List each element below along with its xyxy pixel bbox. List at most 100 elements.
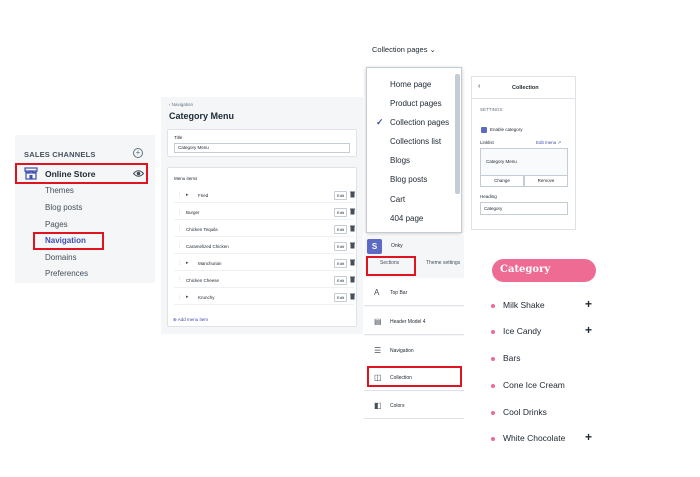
collection-settings-panel: ‹ Collection SETTINGS Enable category Li… bbox=[471, 76, 576, 230]
page-title: Category Menu bbox=[169, 111, 235, 121]
section-label: Top Bar bbox=[390, 290, 408, 296]
category-item-label: Milk Shake bbox=[503, 300, 545, 310]
menu-row[interactable]: ⋮ Burger Edit bbox=[174, 206, 355, 220]
highlight-navigation bbox=[33, 232, 104, 250]
edit-button[interactable]: Edit bbox=[334, 191, 347, 200]
highlight-sections-tab bbox=[366, 256, 416, 276]
heading-input[interactable]: Category bbox=[480, 202, 568, 215]
edit-button[interactable]: Edit bbox=[334, 208, 347, 217]
menu-row[interactable]: ⋮ ▸ Krunchy Edit bbox=[174, 291, 355, 305]
category-item[interactable]: Milk Shake + bbox=[491, 297, 597, 314]
section-item[interactable]: ◧ Colors bbox=[364, 391, 464, 419]
sidebar-item-blog-posts[interactable]: Blog posts bbox=[45, 203, 82, 212]
scrollbar[interactable] bbox=[455, 74, 460, 194]
category-heading-pill: Category bbox=[492, 259, 596, 282]
drag-handle-icon[interactable]: ⋮ bbox=[177, 226, 182, 232]
caret-right-icon[interactable]: ▸ bbox=[186, 260, 189, 266]
menu-option[interactable]: Collections list bbox=[390, 137, 441, 146]
category-item[interactable]: White Chocolate + bbox=[491, 430, 597, 447]
menu-row[interactable]: ⋮ Chicken Cheese Edit bbox=[174, 274, 355, 288]
settings-title: Collection bbox=[512, 85, 539, 91]
caret-right-icon[interactable]: ▸ bbox=[186, 294, 189, 300]
edit-menu-label: Edit menu bbox=[536, 140, 557, 145]
expand-plus-icon[interactable]: + bbox=[585, 430, 592, 444]
section-item[interactable]: A Top Bar bbox=[364, 278, 464, 306]
drag-handle-icon[interactable]: ⋮ bbox=[177, 243, 182, 249]
title-input[interactable]: Category Menu bbox=[174, 143, 350, 153]
category-item-label: Cool Drinks bbox=[503, 407, 547, 417]
trash-icon[interactable] bbox=[350, 242, 355, 249]
trash-icon[interactable] bbox=[350, 208, 355, 215]
category-item-label: Cone Ice Cream bbox=[503, 380, 565, 390]
colors-icon: ◧ bbox=[374, 401, 382, 410]
category-heading: Category bbox=[500, 264, 551, 275]
menu-row[interactable]: ⋮ ▸ Manchurian Edit bbox=[174, 257, 355, 271]
expand-plus-icon[interactable]: + bbox=[585, 323, 592, 337]
menu-row-label: Caramelized Chicken bbox=[186, 244, 229, 249]
trash-icon[interactable] bbox=[350, 276, 355, 283]
add-channel-icon[interactable]: + bbox=[133, 148, 143, 158]
menu-option[interactable]: Blog posts bbox=[390, 175, 427, 184]
category-item-label: Ice Candy bbox=[503, 326, 542, 336]
menu-items-label: Menu items bbox=[174, 176, 198, 181]
drag-handle-icon[interactable]: ⋮ bbox=[177, 209, 182, 215]
edit-button[interactable]: Edit bbox=[334, 225, 347, 234]
edit-button[interactable]: Edit bbox=[334, 259, 347, 268]
change-button[interactable]: Change bbox=[480, 175, 524, 187]
section-label: Header Model 4 bbox=[390, 319, 426, 325]
bullet-dot bbox=[491, 330, 495, 334]
menu-editor-panel: ‹ Navigation Category Menu Title Categor… bbox=[161, 97, 363, 334]
edit-button[interactable]: Edit bbox=[334, 293, 347, 302]
edit-menu-link[interactable]: Edit menu ↗ bbox=[536, 140, 561, 146]
settings-section-label: SETTINGS bbox=[480, 107, 503, 112]
trash-icon[interactable] bbox=[350, 293, 355, 300]
sidebar-item-preferences[interactable]: Preferences bbox=[45, 269, 88, 278]
edit-button[interactable]: Edit bbox=[334, 242, 347, 251]
trash-icon[interactable] bbox=[350, 225, 355, 232]
category-item[interactable]: Bars bbox=[491, 353, 597, 367]
drag-handle-icon[interactable]: ⋮ bbox=[177, 192, 182, 198]
breadcrumb[interactable]: ‹ Navigation bbox=[169, 102, 193, 107]
title-card: Title Category Menu bbox=[167, 129, 357, 157]
menu-row[interactable]: ⋮ Chicken Tequila Edit bbox=[174, 223, 355, 237]
sidebar-item-pages[interactable]: Pages bbox=[45, 220, 68, 229]
caret-right-icon[interactable]: ▸ bbox=[186, 192, 189, 198]
bullet-dot bbox=[491, 411, 495, 415]
page-type-dropdown[interactable]: Collection pages ⌄ bbox=[372, 45, 436, 54]
trash-icon[interactable] bbox=[350, 191, 355, 198]
menu-row[interactable]: ⋮ Caramelized Chicken Edit bbox=[174, 240, 355, 254]
drag-handle-icon[interactable]: ⋮ bbox=[177, 277, 182, 283]
trash-icon[interactable] bbox=[350, 259, 355, 266]
expand-plus-icon[interactable]: + bbox=[585, 297, 592, 311]
back-chevron-icon[interactable]: ‹ bbox=[478, 83, 480, 90]
page-type-menu: Home page Product pages ✓ Collection pag… bbox=[366, 67, 462, 233]
menu-row-label: Krunchy bbox=[198, 295, 215, 300]
sidebar-item-themes[interactable]: Themes bbox=[45, 186, 74, 195]
add-menu-item-link[interactable]: ⊕ Add menu item bbox=[173, 317, 208, 323]
text-a-icon: A bbox=[374, 288, 380, 297]
menu-option[interactable]: 404 page bbox=[390, 214, 423, 223]
drag-handle-icon[interactable]: ⋮ bbox=[177, 294, 182, 300]
remove-button[interactable]: Remove bbox=[524, 175, 568, 187]
drag-handle-icon[interactable]: ⋮ bbox=[177, 260, 182, 266]
external-link-icon: ↗ bbox=[557, 140, 562, 145]
bullet-dot bbox=[491, 357, 495, 361]
section-item[interactable]: ▤ Header Model 4 bbox=[364, 307, 464, 335]
tab-theme-settings[interactable]: Theme settings bbox=[426, 260, 460, 266]
category-item[interactable]: Ice Candy + bbox=[491, 323, 597, 340]
sidebar-item-domains[interactable]: Domains bbox=[45, 253, 77, 262]
menu-option-selected[interactable]: Collection pages bbox=[390, 118, 449, 127]
sales-channels-panel: SALES CHANNELS + Online Store Themes Blo… bbox=[15, 135, 155, 283]
menu-option[interactable]: Product pages bbox=[390, 99, 442, 108]
edit-button[interactable]: Edit bbox=[334, 276, 347, 285]
category-item[interactable]: Cone Ice Cream bbox=[491, 380, 597, 394]
menu-option[interactable]: Home page bbox=[390, 80, 431, 89]
header-layout-icon: ▤ bbox=[374, 317, 382, 326]
menu-option[interactable]: Cart bbox=[390, 195, 405, 204]
section-item[interactable]: ☰ Navigation bbox=[364, 336, 464, 364]
menu-row[interactable]: ⋮ ▸ Fried Edit bbox=[174, 189, 355, 203]
menu-option[interactable]: Blogs bbox=[390, 156, 410, 165]
category-item[interactable]: Cool Drinks bbox=[491, 407, 597, 421]
enable-category-checkbox[interactable] bbox=[481, 127, 487, 133]
section-label: Colors bbox=[390, 403, 405, 409]
